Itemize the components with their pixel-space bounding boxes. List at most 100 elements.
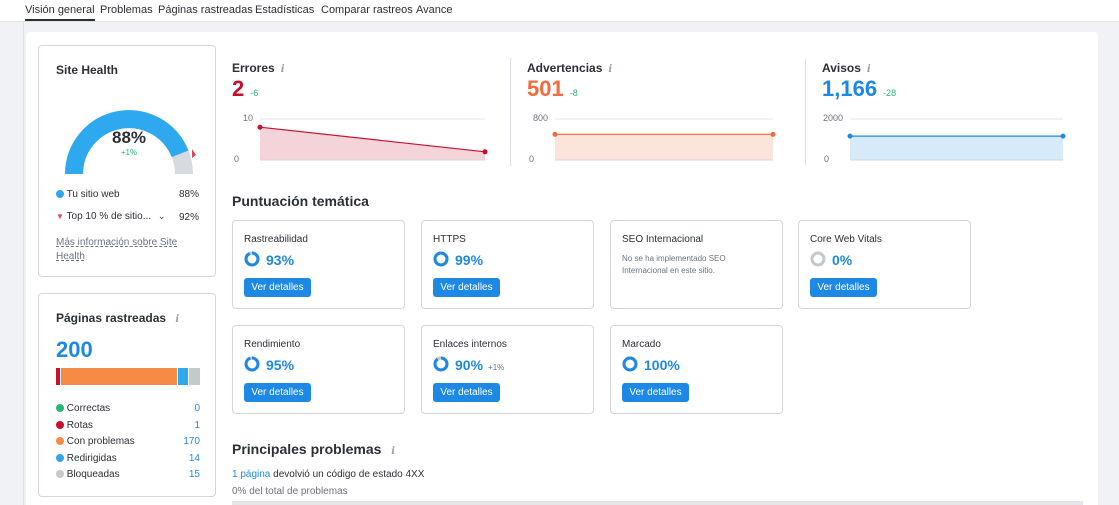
crawled-item-count[interactable]: 170 [159, 436, 200, 447]
thematic-card-score: 93% [266, 252, 295, 268]
crawled-stacked-bar [56, 368, 200, 385]
y-tick-label: 2000 [822, 113, 843, 123]
thematic-card-score: 100% [644, 357, 680, 373]
y-tick-label: 10 [242, 113, 253, 123]
view-details-button[interactable]: Ver detalles [810, 278, 877, 297]
score-ring-icon [433, 356, 449, 372]
thematic-card: Rastreabilidad 93% Ver detalles [232, 220, 405, 309]
crawled-item[interactable]: Con problemas [56, 436, 135, 447]
trend-point [770, 131, 776, 137]
tab-avance[interactable]: Avance [416, 4, 453, 16]
site-health-card: Site Health 88% +1% Tu sitio web 88% ▼ T… [38, 45, 216, 277]
y-tick-label: 0 [823, 154, 829, 164]
legend-top-10-value: 92% [179, 212, 200, 223]
metric-value[interactable]: 1,166 -28 [822, 76, 896, 102]
crawled-item[interactable]: Bloqueadas [56, 469, 120, 480]
thematic-card-score: 0% [832, 252, 853, 268]
legend-your-site-value: 88% [179, 189, 200, 200]
crawled-item[interactable]: Correctas [56, 403, 110, 414]
left-strip [0, 22, 24, 505]
status-dot-icon [56, 420, 64, 429]
divider [805, 58, 806, 166]
trend-point [482, 149, 488, 155]
site-health-delta: +1% [120, 148, 138, 157]
view-details-button[interactable]: Ver detalles [622, 383, 689, 402]
info-icon[interactable]: i [175, 314, 179, 325]
score-ring-icon [622, 356, 638, 372]
crawled-total: 200 [56, 337, 93, 362]
thematic-card-title: Enlaces internos [433, 339, 507, 350]
legend-top-10[interactable]: ▼ Top 10 % de sitio... ⌄ [56, 211, 165, 222]
thematic-card-title: Rendimiento [244, 339, 301, 350]
thematic-card-note: No se ha implementado SEO Internacional … [622, 254, 726, 275]
thematic-card: Core Web Vitals 0% Ver detalles [798, 220, 971, 309]
view-details-button[interactable]: Ver detalles [244, 383, 311, 402]
top-issue-link[interactable]: 1 página [232, 469, 270, 480]
view-details-button[interactable]: Ver detalles [433, 278, 500, 297]
thematic-card-title: SEO Internacional [622, 234, 704, 245]
tab-comparar-rastreos[interactable]: Comparar rastreos [321, 4, 413, 16]
tab-estadisticas[interactable]: Estadísticas [255, 4, 314, 16]
crawled-item[interactable]: Rotas [56, 420, 93, 431]
y-tick-label: 800 [532, 113, 548, 123]
thematic-card-title: Core Web Vitals [810, 234, 882, 245]
crawled-item-count[interactable]: 14 [159, 453, 200, 464]
info-icon[interactable]: i [867, 64, 871, 75]
legend-dot-icon [56, 190, 64, 198]
trend-area [260, 127, 485, 160]
crawled-item-count[interactable]: 1 [159, 420, 200, 431]
info-icon[interactable]: i [281, 64, 285, 75]
trend-point [1060, 133, 1066, 139]
thematic-card-title: Marcado [622, 339, 661, 350]
thematic-card: Marcado 100% Ver detalles [610, 325, 783, 414]
trend-area [555, 134, 773, 160]
tab-problemas[interactable]: Problemas [100, 4, 153, 16]
thematic-card-title: Rastreabilidad [244, 234, 308, 245]
metric-trend-chart [552, 118, 776, 161]
top-tabs: Visión general Problemas Páginas rastrea… [0, 0, 1119, 22]
tab-paginas-rastreadas[interactable]: Páginas rastreadas [158, 4, 253, 16]
thematic-card-score: 90% +1% [455, 357, 505, 373]
info-icon[interactable]: i [608, 64, 612, 75]
score-ring-icon [244, 356, 260, 372]
metric-delta: -6 [250, 88, 259, 98]
metric-title: Avisos i [822, 61, 871, 75]
score-delta: +1% [488, 363, 505, 372]
metric-trend-chart [257, 118, 488, 161]
top-issue-bar [232, 501, 1083, 505]
thematic-card: SEO Internacional No se ha implementado S… [610, 220, 783, 309]
thematic-card-title: HTTPS [433, 234, 466, 245]
chevron-down-icon[interactable]: ⌄ [158, 211, 166, 221]
score-ring-icon [810, 251, 826, 267]
thematic-card: HTTPS 99% Ver detalles [421, 220, 594, 309]
trend-area [850, 136, 1063, 160]
view-details-button[interactable]: Ver detalles [244, 278, 311, 297]
more-info-link[interactable]: Más información sobre Site Health [56, 236, 196, 264]
status-dot-icon [56, 404, 64, 412]
trend-point [847, 133, 853, 139]
status-dot-icon [56, 437, 64, 445]
status-dot-icon [56, 453, 64, 462]
score-ring-icon [433, 251, 449, 267]
info-icon[interactable]: i [391, 446, 395, 457]
top-issue-text: devolvió un código de estado 4XX [273, 469, 425, 480]
triangle-down-icon: ▼ [56, 212, 64, 221]
metric-value[interactable]: 2 -6 [232, 76, 258, 102]
metric-value[interactable]: 501 -8 [527, 76, 578, 102]
metric-trend-chart [847, 118, 1066, 161]
crawled-pages-title: Páginas rastreadas i [56, 311, 180, 325]
top-issue-row: 1 página devolvió un código de estado 4X… [232, 469, 424, 480]
thematic-title: Puntuación temática [232, 193, 369, 209]
crawled-item-count[interactable]: 15 [159, 469, 200, 480]
metric-title: Advertencias i [527, 61, 613, 75]
trend-point [257, 124, 263, 130]
crawled-pages-card: Páginas rastreadas i 200 Correctas 0 Rota… [38, 293, 216, 497]
tab-vision-general[interactable]: Visión general [25, 4, 95, 21]
crawled-item-count[interactable]: 0 [159, 403, 200, 414]
metric-delta: -8 [569, 88, 578, 98]
site-health-percent: 88% [111, 128, 147, 147]
view-details-button[interactable]: Ver detalles [433, 383, 500, 402]
legend-your-site: Tu sitio web [56, 189, 120, 200]
thematic-card-score: 95% [266, 357, 295, 373]
crawled-item[interactable]: Redirigidas [56, 453, 117, 464]
